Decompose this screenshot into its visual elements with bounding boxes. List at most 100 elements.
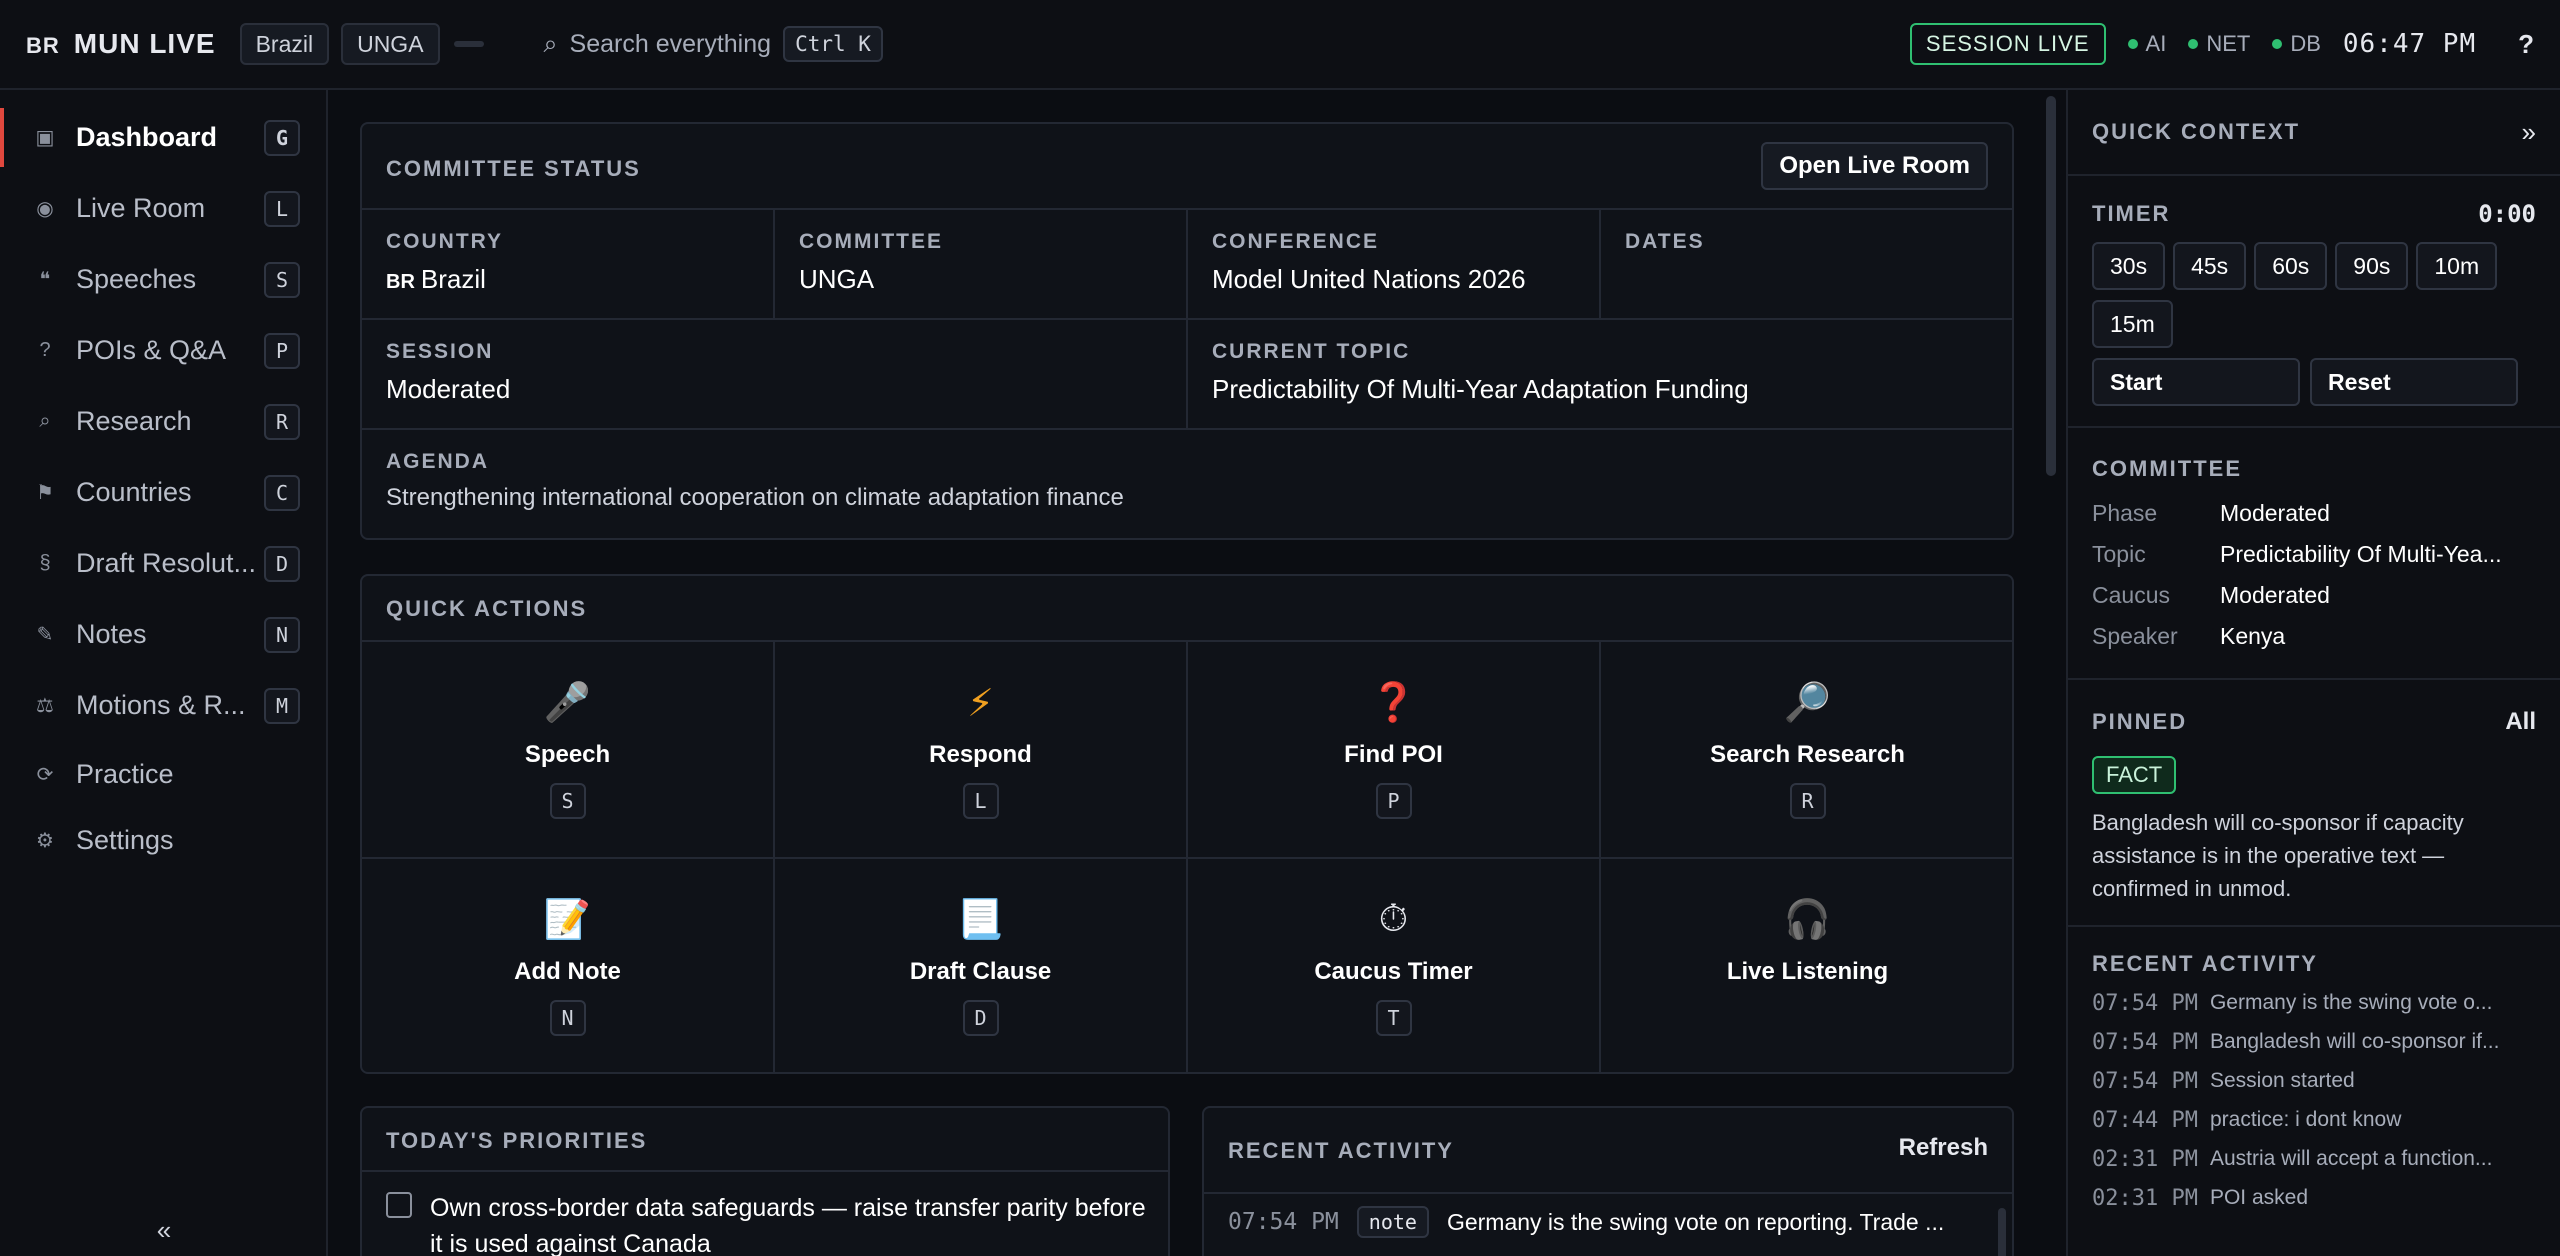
caucus-row: Caucus Moderated xyxy=(2092,582,2330,608)
search-bar[interactable]: ⌕ Search everything Ctrl K xyxy=(544,26,883,62)
sidebar-item-label: Draft Resolut... xyxy=(76,548,257,578)
pinned-all-link[interactable]: All xyxy=(2505,708,2536,736)
gear-icon: ⚙ xyxy=(36,829,54,852)
committee-value: UNGA xyxy=(799,264,875,294)
brand[interactable]: BR MUN LIVE xyxy=(26,28,216,60)
action-find-poi[interactable]: ❓ Find POI P xyxy=(1188,640,1601,857)
sidebar-item-practice[interactable]: ⟳ Practice xyxy=(0,741,326,807)
sidebar-item-speeches[interactable]: ❝ Speeches S xyxy=(0,244,326,315)
open-live-room-button[interactable]: Open Live Room xyxy=(1761,142,1988,190)
sidebar-item-live-room[interactable]: ◉ Live Room L xyxy=(0,173,326,244)
pinned-text[interactable]: Bangladesh will co-sponsor if capacity a… xyxy=(2092,806,2536,905)
sidebar-item-settings[interactable]: ⚙ Settings xyxy=(0,807,326,873)
action-label: Find POI xyxy=(1344,740,1443,768)
pinned-title: PINNED xyxy=(2092,709,2188,734)
action-label: Caucus Timer xyxy=(1314,957,1473,985)
scrollbar[interactable] xyxy=(1998,1208,2006,1256)
preset-15m-button[interactable]: 15m xyxy=(2092,300,2173,348)
refresh-button[interactable]: Refresh xyxy=(1899,1134,1988,1162)
search-icon: ⌕ xyxy=(543,29,558,58)
recent-row[interactable]: 07:54 PM Germany is the swing vote o... xyxy=(2092,991,2536,1016)
microphone-icon: 🎤 xyxy=(543,681,592,724)
activity-tag: note xyxy=(1356,1206,1429,1238)
sidebar-item-label: Countries xyxy=(76,477,192,507)
main-scrollbar[interactable] xyxy=(2046,96,2056,476)
status-db: DB xyxy=(2272,31,2321,57)
action-speech[interactable]: 🎤 Speech S xyxy=(362,640,775,857)
shortcut-key: C xyxy=(264,474,300,511)
status-ai-label: AI xyxy=(2145,31,2167,56)
quick-context-title: QUICK CONTEXT xyxy=(2092,119,2301,144)
reset-button[interactable]: Reset xyxy=(2310,358,2518,406)
conference-label: CONFERENCE xyxy=(1212,230,1380,253)
sidebar-item-label: POIs & Q&A xyxy=(76,335,227,365)
country-cell: COUNTRY BR Brazil xyxy=(362,208,775,318)
preset-45s-button[interactable]: 45s xyxy=(2173,242,2247,290)
timer-value: 0:00 xyxy=(2478,200,2536,228)
session-value: Moderated xyxy=(386,374,511,404)
action-label: Speech xyxy=(524,740,611,768)
country-value: BR Brazil xyxy=(386,264,486,294)
fact-badge: FACT xyxy=(2092,756,2177,794)
action-draft-clause[interactable]: 📃 Draft Clause D xyxy=(775,857,1188,1074)
shortcut-key: D xyxy=(962,999,999,1036)
committee-section: COMMITTEE Phase Moderated Topic Predictabi… xyxy=(2068,428,2560,680)
quick-actions-card: QUICK ACTIONS 🎤 Speech S ⚡ Respond L ❓ Find P… xyxy=(360,574,2014,1074)
status-dot-icon xyxy=(2127,39,2138,49)
empty-pill[interactable] xyxy=(453,41,484,47)
top-status: SESSION LIVE AI NET DB 06:47 PM ? xyxy=(1909,23,2534,65)
shortcut-key: N xyxy=(549,999,586,1036)
recent-row[interactable]: 07:44 PM practice: i dont know xyxy=(2092,1108,2536,1133)
action-caucus-timer[interactable]: ⏱ Caucus Timer T xyxy=(1188,857,1601,1074)
session-live-badge[interactable]: SESSION LIVE xyxy=(1909,23,2106,65)
action-label: Add Note xyxy=(514,957,621,985)
sidebar-item-countries[interactable]: ⚑ Countries C xyxy=(0,457,326,528)
sidebar-item-research[interactable]: ⌕ Research R xyxy=(0,386,326,457)
search-placeholder: Search everything xyxy=(569,29,772,58)
start-button[interactable]: Start xyxy=(2092,358,2300,406)
collapse-sidebar-button[interactable]: « xyxy=(0,1215,328,1246)
timer-presets: 30s 45s 60s 90s 10m 15m xyxy=(2092,242,2536,358)
action-add-note[interactable]: 📝 Add Note N xyxy=(362,857,775,1074)
country-pill[interactable]: Brazil xyxy=(239,23,330,65)
shortcut-key: G xyxy=(264,119,300,156)
sidebar-item-pois[interactable]: ? POIs & Q&A P xyxy=(0,315,326,386)
sidebar-item-draft-resolutions[interactable]: § Draft Resolut... D xyxy=(0,528,326,599)
preset-90s-button[interactable]: 90s xyxy=(2335,242,2409,290)
priority-checkbox[interactable] xyxy=(386,1192,412,1218)
quick-actions-title: QUICK ACTIONS xyxy=(386,596,588,621)
priorities-card: TODAY'S PRIORITIES Own cross-border data… xyxy=(360,1106,1170,1256)
collapse-panel-button[interactable]: » xyxy=(2522,117,2536,148)
recent-row[interactable]: 02:31 PM POI asked xyxy=(2092,1186,2536,1211)
status-net: NET xyxy=(2188,31,2250,57)
search-icon: ⌕ xyxy=(39,410,51,432)
sidebar-item-dashboard[interactable]: ▣ Dashboard G xyxy=(0,102,326,173)
clock: 06:47 PM xyxy=(2342,29,2477,59)
sidebar-item-motions[interactable]: ⚖ Motions & R... M xyxy=(0,670,326,741)
action-search-research[interactable]: 🔎 Search Research R xyxy=(1601,640,2014,857)
preset-30s-button[interactable]: 30s xyxy=(2092,242,2166,290)
help-button[interactable]: ? xyxy=(2518,29,2534,60)
dates-label: DATES xyxy=(1625,230,1705,253)
sidebar-item-notes[interactable]: ✎ Notes N xyxy=(0,599,326,670)
recent-row[interactable]: 07:54 PM Session started xyxy=(2092,1069,2536,1094)
recent-row[interactable]: 02:31 PM Austria will accept a function..… xyxy=(2092,1147,2536,1172)
priority-text: Own cross-border data safeguards — raise… xyxy=(430,1194,1146,1256)
flag-icon: ⚑ xyxy=(36,482,54,504)
shortcut-key: R xyxy=(1789,782,1826,819)
recent-row[interactable]: 07:54 PM Bangladesh will co-sponsor if... xyxy=(2092,1030,2536,1055)
shortcut-key: M xyxy=(264,687,300,724)
action-live-listening[interactable]: 🎧 Live Listening xyxy=(1601,857,2014,1074)
activity-row[interactable]: 07:54 PM note Germany is the swing vote … xyxy=(1228,1206,1944,1238)
committee-pill[interactable]: UNGA xyxy=(341,23,440,65)
recent-activity-panel-title: RECENT ACTIVITY xyxy=(2092,951,2318,976)
preset-10m-button[interactable]: 10m xyxy=(2416,242,2498,290)
scales-icon: ⚖ xyxy=(36,695,54,717)
conference-cell: CONFERENCE Model United Nations 2026 xyxy=(1188,208,1601,318)
dashboard-icon: ▣ xyxy=(35,127,55,149)
action-label: Live Listening xyxy=(1726,957,1889,985)
quick-context-header: QUICK CONTEXT » xyxy=(2068,90,2560,176)
sidebar-item-label: Live Room xyxy=(76,193,206,223)
action-respond[interactable]: ⚡ Respond L xyxy=(775,640,1188,857)
preset-60s-button[interactable]: 60s xyxy=(2254,242,2328,290)
